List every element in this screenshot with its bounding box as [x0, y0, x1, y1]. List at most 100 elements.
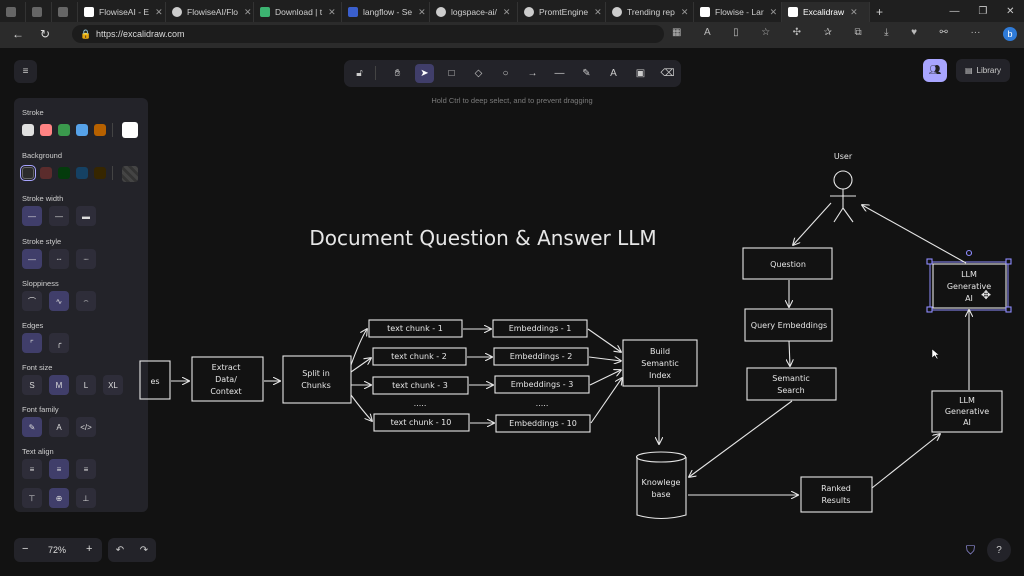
favorites-icon[interactable]: ✰ [824, 27, 832, 41]
arrow-tool[interactable]: → [523, 64, 542, 83]
current-stroke-color[interactable] [122, 122, 138, 138]
align-right-button[interactable]: ≡ [76, 459, 96, 479]
font-size-small-button[interactable]: S [22, 375, 42, 395]
tab-trending[interactable]: Trending rep ✕ [606, 2, 694, 22]
align-left-button[interactable]: ≡ [22, 459, 42, 479]
stroke-color-swatch[interactable] [40, 124, 52, 136]
stroke-thin-button[interactable]: — [22, 206, 42, 226]
image-tool[interactable]: ▣ [631, 64, 650, 83]
split-screen-icon[interactable]: ▯ [733, 27, 739, 41]
zoom-level[interactable]: 72% [48, 545, 66, 555]
tab-logspace[interactable]: logspace-ai/ ✕ [430, 2, 518, 22]
font-size-large-button[interactable]: L [76, 375, 96, 395]
hand-tool[interactable]: ✋︎ [388, 64, 407, 83]
current-background-color[interactable] [122, 166, 138, 182]
tab-flowise-github[interactable]: FlowiseAI/Flo ✕ [166, 2, 254, 22]
stroke-color-swatch[interactable] [22, 124, 34, 136]
valign-top-button[interactable]: ⊤ [22, 488, 42, 508]
close-icon[interactable]: ✕ [770, 7, 778, 18]
tab-flowise-1[interactable]: FlowiseAI - E ✕ [78, 2, 166, 22]
back-icon[interactable]: ← [12, 27, 24, 41]
zoom-out-button[interactable]: − [22, 543, 28, 555]
close-icon[interactable]: ✕ [503, 7, 511, 18]
collections-icon[interactable]: ⧉ [854, 27, 861, 41]
tab-flowise-lang[interactable]: Flowise - Lar ✕ [694, 2, 782, 22]
font-size-xl-button[interactable]: XL [103, 375, 123, 395]
excalidraw-canvas[interactable] [0, 48, 1024, 576]
selection-tool[interactable]: ➤ [415, 64, 434, 83]
maximize-icon[interactable]: ❐ [978, 6, 987, 17]
text-tool[interactable]: A [604, 64, 623, 83]
close-icon[interactable]: ✕ [681, 7, 689, 18]
draw-tool[interactable]: ✎ [577, 64, 596, 83]
background-color-swatch[interactable] [76, 167, 88, 179]
tab-langflow[interactable]: langflow - Se ✕ [342, 2, 430, 22]
shield-icon[interactable]: ⛉ [966, 543, 975, 558]
close-icon[interactable]: ✕ [155, 7, 163, 18]
close-icon[interactable]: ✕ [850, 7, 858, 18]
close-icon[interactable]: ✕ [418, 7, 426, 18]
background-color-swatch[interactable] [40, 167, 52, 179]
favorite-icon[interactable]: ☆ [761, 27, 770, 41]
new-tab-button[interactable]: + [870, 2, 892, 22]
stroke-color-swatch[interactable] [58, 124, 70, 136]
refresh-icon[interactable]: ↻ [40, 27, 50, 41]
stroke-color-swatch[interactable] [76, 124, 88, 136]
tab-collections[interactable] [26, 2, 52, 22]
font-normal-button[interactable]: A [49, 417, 69, 437]
stroke-color-swatch[interactable] [94, 124, 106, 136]
workspace-tab[interactable] [0, 2, 26, 22]
sloppiness-artist-button[interactable]: ∿ [49, 291, 69, 311]
sloppiness-architect-button[interactable]: ⌒ [22, 291, 42, 311]
ellipse-tool[interactable]: ○ [496, 64, 515, 83]
excalidraw-icon [788, 7, 798, 17]
minimize-icon[interactable]: — [949, 6, 959, 17]
valign-middle-button[interactable]: ⊕ [49, 488, 69, 508]
tab-promptengine[interactable]: PromtEngine ✕ [518, 2, 606, 22]
edges-sharp-button[interactable]: ⌜ [22, 333, 42, 353]
edges-round-button[interactable]: ╭ [49, 333, 69, 353]
stroke-extra-bold-button[interactable]: ▬ [76, 206, 96, 226]
apps-icon[interactable]: ▦ [672, 27, 681, 41]
bing-icon[interactable]: b [1002, 27, 1017, 41]
font-code-button[interactable]: </> [76, 417, 96, 437]
sloppiness-cartoonist-button[interactable]: ⌢ [76, 291, 96, 311]
extensions-icon[interactable]: ✣ [793, 27, 801, 41]
library-button[interactable]: ▤ Library [956, 59, 1010, 82]
close-icon[interactable]: ✕ [244, 7, 252, 18]
help-button[interactable]: ? [987, 538, 1011, 562]
menu-button[interactable]: ≡ [14, 60, 37, 83]
window-close-icon[interactable]: ✕ [1006, 6, 1014, 17]
share-icon[interactable]: ⚯ [940, 27, 948, 41]
diamond-tool[interactable]: ◇ [469, 64, 488, 83]
line-tool[interactable]: — [550, 64, 569, 83]
stroke-bold-button[interactable]: — [49, 206, 69, 226]
zoom-in-button[interactable]: + [86, 543, 92, 555]
valign-bottom-button[interactable]: ⊥ [76, 488, 96, 508]
heart-icon[interactable]: ♥ [911, 27, 917, 41]
background-color-swatch[interactable] [58, 167, 70, 179]
tab-excalidraw[interactable]: Excalidraw ✕ [782, 2, 870, 22]
url-field[interactable]: 🔒 https://excalidraw.com [72, 25, 664, 43]
redo-icon[interactable]: ↷ [140, 545, 148, 556]
download-icon[interactable]: ⤓ [884, 27, 888, 41]
align-center-button[interactable]: ≡ [49, 459, 69, 479]
background-color-swatch[interactable] [94, 167, 106, 179]
close-icon[interactable]: ✕ [594, 7, 602, 18]
undo-icon[interactable]: ↶ [116, 545, 124, 556]
rectangle-tool[interactable]: □ [442, 64, 461, 83]
background-color-swatch[interactable] [20, 165, 36, 181]
tab-download[interactable]: Download | t ✕ [254, 2, 342, 22]
share-button[interactable]: 👥︎ [923, 59, 947, 82]
font-size-medium-button[interactable]: M [49, 375, 69, 395]
stroke-dotted-button[interactable]: ┈ [76, 249, 96, 269]
stroke-dashed-button[interactable]: ┄ [49, 249, 69, 269]
font-hand-drawn-button[interactable]: ✎ [22, 417, 42, 437]
eraser-tool[interactable]: ⌫ [658, 64, 677, 83]
lock-tool[interactable]: 🔓︎ [350, 64, 369, 83]
read-aloud-icon[interactable]: A [704, 27, 711, 41]
stroke-solid-button[interactable]: — [22, 249, 42, 269]
tab-vertical[interactable] [52, 2, 78, 22]
close-icon[interactable]: ✕ [328, 7, 336, 18]
more-icon[interactable]: ··· [970, 27, 980, 41]
